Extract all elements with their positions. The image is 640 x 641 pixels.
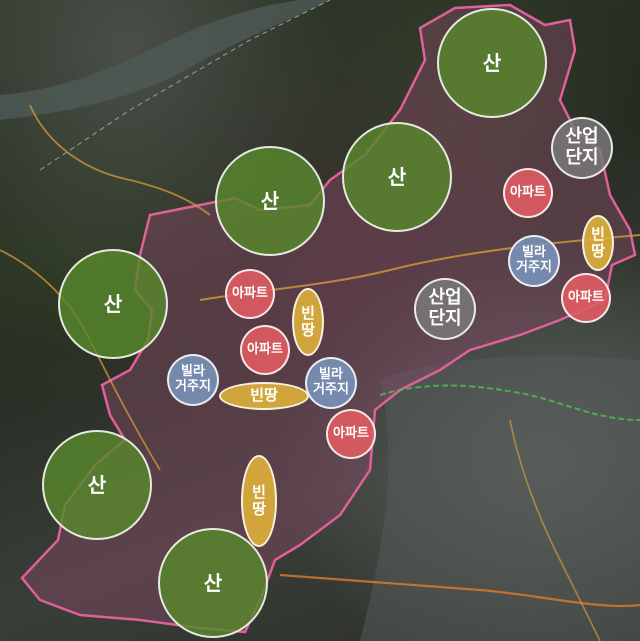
apartment-zone[interactable]: 아파트 xyxy=(326,409,376,459)
mountain-zone[interactable]: 산 xyxy=(42,430,152,540)
vacant-land-zone[interactable]: 빈 땅 xyxy=(241,455,277,547)
zone-label: 산 xyxy=(387,164,407,189)
zone-label: 빈 땅 xyxy=(591,224,605,260)
zone-label: 빈 땅 xyxy=(301,303,315,339)
zone-label: 산 xyxy=(482,50,502,75)
villa-residential-zone[interactable]: 빌라 거주지 xyxy=(167,354,219,406)
river xyxy=(0,0,330,120)
mountain-zone[interactable]: 산 xyxy=(158,528,268,638)
zone-label: 빌라 거주지 xyxy=(516,245,552,275)
apartment-zone[interactable]: 아파트 xyxy=(225,269,275,319)
zone-label: 아파트 xyxy=(333,425,369,441)
villa-residential-zone[interactable]: 빌라 거주지 xyxy=(305,357,357,409)
vacant-land-zone[interactable]: 빈땅 xyxy=(219,382,309,410)
satellite-map[interactable]: 산 산 산 산 산 산 산업 단지 산업 단지 아파트 아파트 아파트 아파트 … xyxy=(0,0,640,641)
zone-label: 빌라 거주지 xyxy=(313,367,349,397)
industrial-complex-zone[interactable]: 산업 단지 xyxy=(414,278,476,340)
zone-label: 빈땅 xyxy=(250,386,278,405)
vacant-land-zone[interactable]: 빈 땅 xyxy=(292,288,324,356)
urban-area xyxy=(360,356,640,641)
road xyxy=(29,104,211,216)
mountain-zone[interactable]: 산 xyxy=(58,249,168,359)
villa-residential-zone[interactable]: 빌라 거주지 xyxy=(508,235,560,287)
zone-label: 아파트 xyxy=(568,289,604,305)
mountain-zone[interactable]: 산 xyxy=(215,146,325,256)
zone-label: 아파트 xyxy=(510,184,546,200)
apartment-zone[interactable]: 아파트 xyxy=(240,325,290,375)
vacant-land-zone[interactable]: 빈 땅 xyxy=(582,215,614,271)
zone-label: 산업 단지 xyxy=(428,287,462,329)
zone-label: 산 xyxy=(103,291,123,316)
zone-label: 빌라 거주지 xyxy=(175,364,211,394)
mountain-zone[interactable]: 산 xyxy=(437,8,547,118)
zone-label: 아파트 xyxy=(247,341,283,357)
industrial-complex-zone[interactable]: 산업 단지 xyxy=(551,117,613,179)
zone-label: 산 xyxy=(203,570,223,595)
mountain-zone[interactable]: 산 xyxy=(342,122,452,232)
zone-label: 빈 땅 xyxy=(252,482,266,518)
apartment-zone[interactable]: 아파트 xyxy=(503,168,553,218)
apartment-zone[interactable]: 아파트 xyxy=(561,273,611,323)
zone-label: 산 xyxy=(260,188,280,213)
zone-label: 산 xyxy=(87,472,107,497)
zone-label: 아파트 xyxy=(232,285,268,301)
zone-label: 산업 단지 xyxy=(565,126,599,168)
